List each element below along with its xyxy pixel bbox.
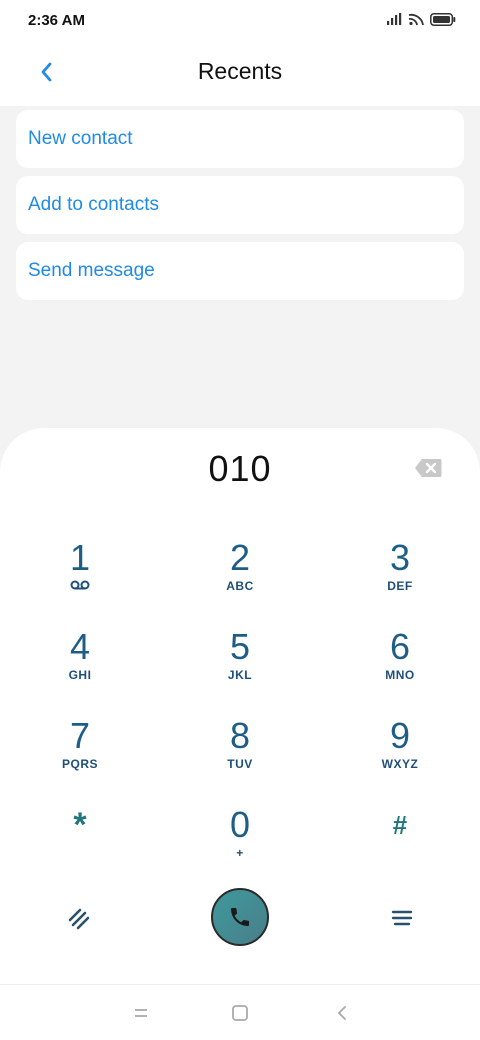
- key-letters: ABC: [226, 579, 254, 593]
- key-letters: DEF: [387, 579, 413, 593]
- send-message-button[interactable]: Send message: [16, 242, 464, 300]
- key-star[interactable]: *: [20, 805, 140, 885]
- key-digit: 2: [229, 537, 251, 578]
- key-digit: *: [73, 806, 87, 844]
- key-digit: 7: [69, 715, 91, 756]
- dialpad-sheet: 010 1 2 ABC 3 DEF 4 GHI 5 JKL 6 MNO 7 PQ…: [0, 428, 480, 984]
- key-letters: TUV: [227, 757, 253, 771]
- key-5[interactable]: 5 JKL: [180, 627, 300, 707]
- key-digit: 8: [229, 715, 251, 756]
- key-3[interactable]: 3 DEF: [340, 538, 460, 618]
- signal-icon: [387, 13, 402, 25]
- key-letters: WXYZ: [381, 757, 419, 771]
- battery-icon: [430, 12, 456, 26]
- status-time: 2:36 AM: [28, 12, 85, 29]
- key-digit: 1: [69, 537, 91, 578]
- key-7[interactable]: 7 PQRS: [20, 716, 140, 796]
- voicemail-icon: [70, 580, 90, 590]
- key-0[interactable]: 0 +: [180, 805, 300, 885]
- home-nav-button[interactable]: [228, 1001, 252, 1025]
- key-digit: 5: [229, 626, 251, 667]
- dialpad-actions: [0, 888, 480, 948]
- key-letters: MNO: [385, 668, 415, 682]
- recents-nav-icon: [135, 1009, 147, 1017]
- call-icon: [231, 908, 249, 926]
- key-digit: 4: [69, 626, 91, 667]
- key-digit: #: [392, 810, 408, 840]
- status-bar: 2:36 AM: [0, 0, 480, 44]
- key-4[interactable]: 4 GHI: [20, 627, 140, 707]
- add-to-contacts-button[interactable]: Add to contacts: [16, 176, 464, 234]
- slash-icon[interactable]: [66, 904, 94, 932]
- navigation-bar: [0, 984, 480, 1040]
- key-9[interactable]: 9 WXYZ: [340, 716, 460, 796]
- key-digit: 0: [229, 804, 251, 845]
- back-nav-button[interactable]: [330, 1001, 354, 1025]
- backspace-icon[interactable]: [414, 458, 442, 478]
- key-digit: 6: [389, 626, 411, 667]
- key-digit: 3: [389, 537, 411, 578]
- key-1[interactable]: 1: [20, 538, 140, 618]
- dialed-number: 010: [208, 448, 272, 489]
- key-8[interactable]: 8 TUV: [180, 716, 300, 796]
- home-nav-icon: [232, 1005, 248, 1021]
- back-nav-icon: [337, 1006, 346, 1020]
- key-letters: JKL: [227, 668, 253, 682]
- recents-nav-button[interactable]: [129, 1001, 153, 1025]
- key-hash[interactable]: #: [340, 805, 460, 885]
- status-icons: [386, 12, 456, 26]
- menu-icon[interactable]: [388, 906, 416, 930]
- header: Recents: [0, 44, 480, 106]
- key-digit: 9: [389, 715, 411, 756]
- key-letters: +: [236, 846, 244, 860]
- key-6[interactable]: 6 MNO: [340, 627, 460, 707]
- key-letters: PQRS: [61, 757, 98, 771]
- new-contact-button[interactable]: New contact: [16, 110, 464, 168]
- key-letters: GHI: [68, 668, 92, 682]
- key-2[interactable]: 2 ABC: [180, 538, 300, 618]
- wifi-icon: [408, 13, 424, 26]
- page-title: Recents: [197, 58, 283, 84]
- call-button[interactable]: [211, 888, 269, 946]
